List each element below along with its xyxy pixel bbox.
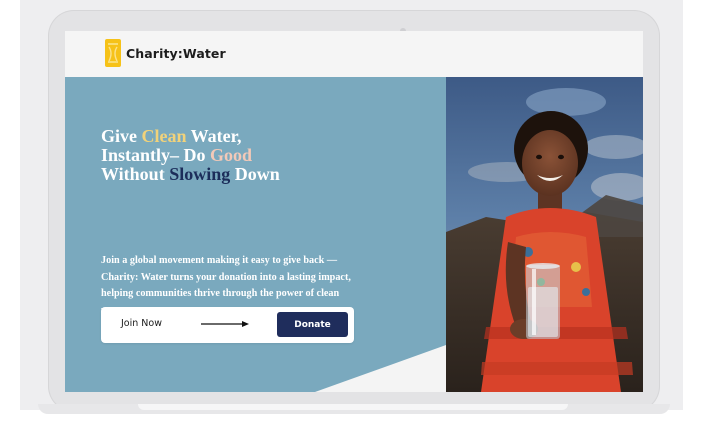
join-now-link[interactable]: Join Now	[121, 318, 162, 329]
jerrycan-logo-icon[interactable]	[105, 39, 121, 67]
headline-line-1: Give Clean Water,	[101, 126, 242, 146]
brand-name[interactable]: Charity:Water	[126, 46, 226, 61]
hero-panel: Give Clean Water, Instantly– Do Good Wit…	[65, 77, 446, 392]
hero-photo-girl-with-water-glass	[446, 77, 643, 392]
headline-line-2: Instantly– Do Good	[101, 145, 253, 165]
headline-highlight-slowing: Slowing	[169, 164, 231, 184]
cta-bar: Join Now Donate	[101, 307, 354, 343]
laptop-base-notch	[138, 404, 568, 410]
arrow-right-icon	[201, 321, 249, 327]
hero-corner-wedge	[315, 345, 446, 392]
donate-button[interactable]: Donate	[277, 312, 348, 337]
headline-highlight-clean: Clean	[141, 126, 187, 146]
headline-highlight-good: Good	[210, 145, 253, 165]
site-header: Charity:Water	[65, 31, 643, 77]
headline-line-3: Without Slowing Down	[101, 164, 280, 184]
hero-photo	[446, 77, 643, 392]
laptop-screen: Charity:Water Give Clean Water, Instantl…	[65, 31, 643, 392]
hero-headline: Give Clean Water, Instantly– Do Good Wit…	[101, 127, 401, 184]
